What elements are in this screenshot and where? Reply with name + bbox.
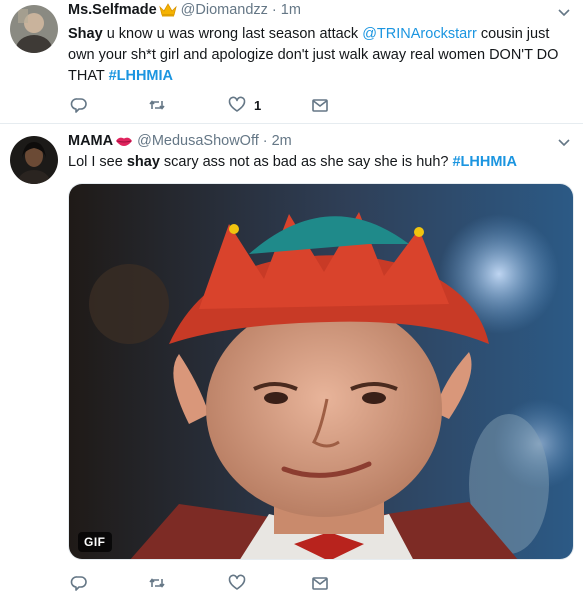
tweet-text-segment: Lol I see [68, 154, 127, 170]
keyword-highlight: Shay [68, 26, 103, 42]
crown-icon [158, 3, 177, 17]
keyword-highlight: shay [126, 154, 160, 170]
mention-link[interactable]: @TRINArockstarr [362, 26, 477, 42]
chevron-down-icon[interactable] [557, 138, 571, 148]
tweet-text-segment: scary ass not as bad as she say she is h… [159, 154, 453, 170]
reply-button[interactable] [70, 95, 88, 115]
timestamp[interactable]: 1m [281, 2, 301, 18]
display-name[interactable]: Ms.Selfmade [68, 2, 157, 18]
like-button[interactable] [228, 573, 246, 593]
retweet-icon [149, 578, 165, 588]
retweet-icon [149, 100, 165, 110]
lips-icon [116, 137, 133, 146]
reply-icon [70, 98, 87, 113]
tweet-header: MAMA @MedusaShowOff · 2m [68, 133, 292, 149]
reply-button[interactable] [70, 573, 88, 593]
timestamp[interactable]: 2m [272, 133, 292, 149]
chevron-down-icon[interactable] [557, 8, 571, 18]
gif-badge: GIF [78, 532, 112, 552]
retweet-button[interactable] [148, 573, 166, 593]
envelope-icon [312, 577, 328, 590]
tweet-text: Shay u know u was wrong last season atta… [68, 24, 573, 87]
tweet-text: Lol I see shay scary ass not as bad as s… [68, 152, 573, 173]
direct-message-button[interactable] [311, 573, 329, 593]
display-name[interactable]: MAMA [68, 133, 113, 149]
heart-icon [228, 574, 246, 590]
heart-icon [228, 96, 246, 112]
separator-dot: · [271, 2, 277, 18]
avatar[interactable] [10, 5, 58, 53]
direct-message-button[interactable] [311, 95, 329, 115]
tweet[interactable]: Ms.Selfmade @Diomandzz · 1m Shay u know … [0, 0, 583, 124]
retweet-button[interactable] [148, 95, 166, 115]
separator-dot: · [262, 133, 268, 149]
tweet-header: Ms.Selfmade @Diomandzz · 1m [68, 2, 301, 18]
avatar[interactable] [10, 136, 58, 184]
like-count: 1 [254, 97, 262, 113]
gif-media[interactable]: GIF [68, 183, 574, 560]
reply-icon [70, 576, 87, 591]
avatar-image [10, 5, 58, 53]
avatar-image [10, 136, 58, 184]
tweet-actions [68, 573, 368, 593]
like-button[interactable]: 1 [228, 95, 261, 115]
envelope-icon [312, 99, 328, 112]
username[interactable]: @MedusaShowOff [137, 133, 259, 149]
hashtag-link[interactable]: #LHHMIA [109, 68, 173, 84]
tweet-actions: 1 [68, 95, 368, 115]
elf-gif-image [69, 184, 573, 559]
username[interactable]: @Diomandzz [181, 2, 268, 18]
tweet-text-segment: u know u was wrong last season attack [102, 26, 363, 42]
tweet[interactable]: MAMA @MedusaShowOff · 2m Lol I see shay … [0, 124, 583, 600]
hashtag-link[interactable]: #LHHMIA [452, 154, 516, 170]
